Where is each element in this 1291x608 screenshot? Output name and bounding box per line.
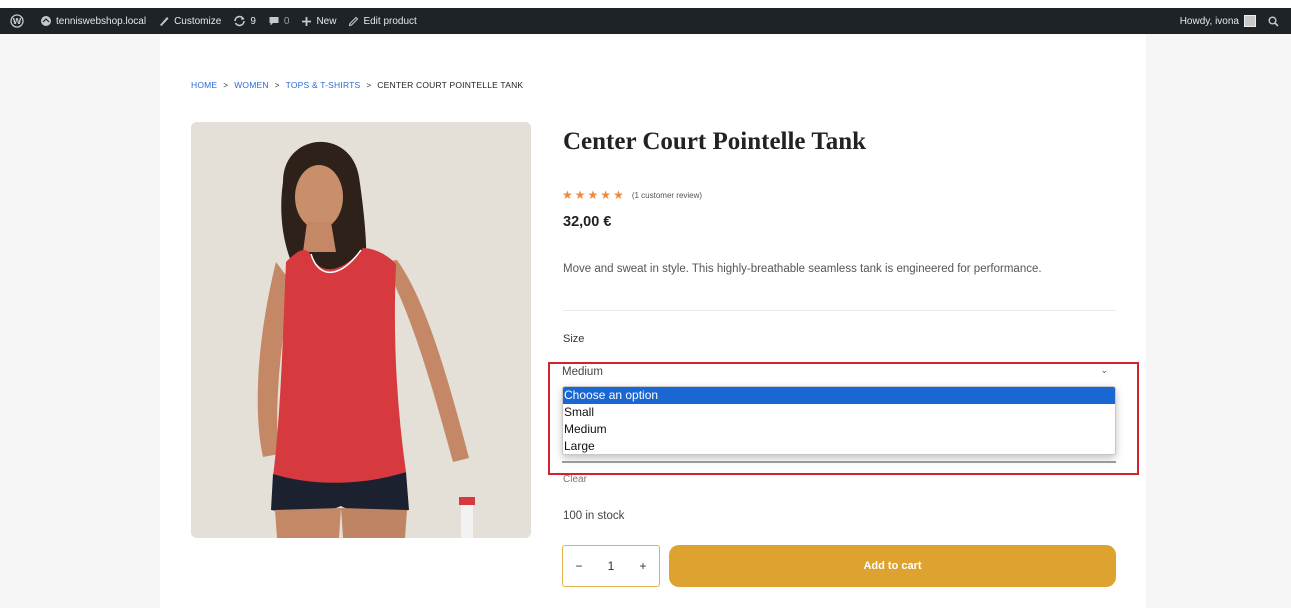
divider [563,310,1116,311]
wordpress-icon: W [10,14,24,28]
updates-count: 9 [250,15,256,27]
breadcrumb-current: CENTER COURT POINTELLE TANK [377,80,524,90]
breadcrumb-home[interactable]: HOME [191,80,217,90]
account-menu[interactable]: Howdy, ivona [1174,8,1262,34]
admin-bar: W tenniswebshop.local Customize 9 0 New … [0,8,1291,34]
new-content-link[interactable]: New [295,8,342,34]
dashboard-icon [41,16,51,26]
wordpress-menu[interactable]: W [4,8,34,34]
customize-link[interactable]: Customize [152,8,227,34]
comments-link[interactable]: 0 [262,8,296,34]
quantity-stepper: − 1 + [562,545,660,587]
comment-icon [269,17,279,26]
svg-text:W: W [13,17,22,26]
admin-search[interactable] [1262,8,1289,34]
plus-icon [302,16,312,26]
customize-label: Customize [174,15,222,27]
edit-product-link[interactable]: Edit product [342,8,422,34]
updates-icon [234,15,246,27]
size-select-value: Medium [562,366,603,378]
add-to-cart-button[interactable]: Add to cart [669,545,1116,587]
quantity-decrease-button[interactable]: − [569,559,589,573]
quantity-input[interactable]: 1 [601,559,621,573]
site-name: tenniswebshop.local [56,15,147,27]
breadcrumb-tops[interactable]: TOPS & T-SHIRTS [286,80,361,90]
chevron-down-icon: ⌄ [1100,365,1108,375]
size-option-medium[interactable]: Medium [563,421,1115,438]
size-option-large[interactable]: Large [563,438,1115,454]
pencil-icon [349,16,359,26]
product-title: Center Court Pointelle Tank [563,128,867,155]
search-icon [1268,16,1279,27]
comments-count: 0 [283,15,290,27]
product-image[interactable] [191,122,531,538]
breadcrumb: HOME > WOMEN > TOPS & T-SHIRTS > CENTER … [191,80,523,90]
stock-status: 100 in stock [563,510,625,522]
greeting: Howdy, ivona [1179,15,1239,27]
select-underline [562,461,1116,463]
new-label: New [316,15,337,27]
breadcrumb-separator: > [223,80,229,90]
breadcrumb-women[interactable]: WOMEN [234,80,269,90]
product-photo-illustration [191,122,531,538]
star-icon: ★ [600,188,612,202]
rating-row: ★ ★ ★ ★ ★ (1 customer review) [562,188,702,202]
product-price: 32,00 € [563,214,612,230]
size-options-list: Choose an option Small Medium Large [562,386,1116,455]
avatar [1244,15,1256,27]
star-icon: ★ [574,188,586,202]
quantity-increase-button[interactable]: + [633,559,653,573]
updates-link[interactable]: 9 [227,8,262,34]
clear-selection-link[interactable]: Clear [563,474,587,485]
breadcrumb-separator: > [274,80,280,90]
size-label: Size [563,333,585,345]
window-top-edge [0,0,1291,8]
size-option-small[interactable]: Small [563,404,1115,421]
brush-icon [160,17,169,26]
size-option-choose[interactable]: Choose an option [563,387,1115,404]
size-select[interactable]: Medium ⌄ [561,362,1116,382]
star-icon: ★ [613,188,624,202]
star-icon: ★ [587,188,599,202]
breadcrumb-separator: > [366,80,372,90]
star-icon: ★ [562,188,573,202]
review-count-link[interactable]: (1 customer review) [632,191,702,200]
edit-product-label: Edit product [363,15,417,27]
site-name-link[interactable]: tenniswebshop.local [34,8,152,34]
product-description: Move and sweat in style. This highly-bre… [563,263,1042,275]
